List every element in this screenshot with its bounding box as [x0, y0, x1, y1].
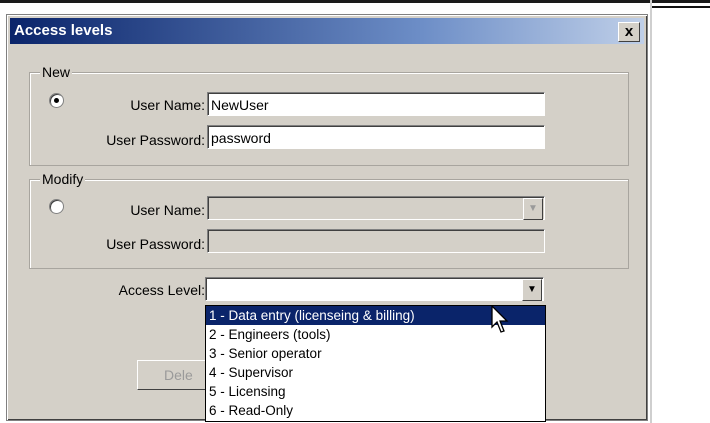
new-user-radio[interactable] — [49, 93, 64, 108]
new-user-name-label: User Name: — [130, 97, 205, 113]
new-user-name-input[interactable]: NewUser — [207, 92, 545, 116]
right-divider-line — [650, 0, 652, 423]
access-level-option[interactable]: 5 - Licensing — [206, 382, 545, 401]
access-level-label: Access Level: — [118, 282, 205, 298]
modify-user-name-label: User Name: — [130, 202, 205, 218]
new-user-group: New — [29, 64, 629, 166]
chevron-down-icon[interactable]: ▼ — [522, 279, 542, 301]
modify-user-group: Modify — [29, 171, 629, 269]
modify-password-label: User Password: — [106, 236, 205, 252]
dialog-title: Access levels — [14, 22, 113, 39]
new-group-legend: New — [40, 64, 73, 80]
access-level-option[interactable]: 6 - Read-Only — [206, 401, 545, 420]
chevron-down-icon[interactable]: ▼ — [523, 198, 543, 220]
title-bar[interactable]: Access levels x — [10, 18, 644, 44]
new-password-label: User Password: — [106, 132, 205, 148]
top-right-line — [652, 6, 710, 8]
new-password-input[interactable]: password — [207, 125, 545, 149]
access-levels-dialog: Access levels x New User Name: NewUser U… — [6, 14, 648, 422]
radio-selected-dot-icon — [54, 98, 59, 103]
close-button[interactable]: x — [618, 22, 640, 42]
modify-user-name-select[interactable] — [207, 196, 545, 220]
modify-password-input[interactable] — [207, 229, 545, 253]
modify-user-radio[interactable] — [49, 199, 64, 214]
mouse-pointer-icon — [491, 305, 509, 333]
top-border-line — [0, 0, 710, 3]
modify-group-legend: Modify — [40, 171, 86, 187]
access-level-option[interactable]: 3 - Senior operator — [206, 344, 545, 363]
access-level-select[interactable] — [205, 277, 544, 301]
delete-button-label: Dele — [164, 367, 193, 383]
access-level-option[interactable]: 4 - Supervisor — [206, 363, 545, 382]
